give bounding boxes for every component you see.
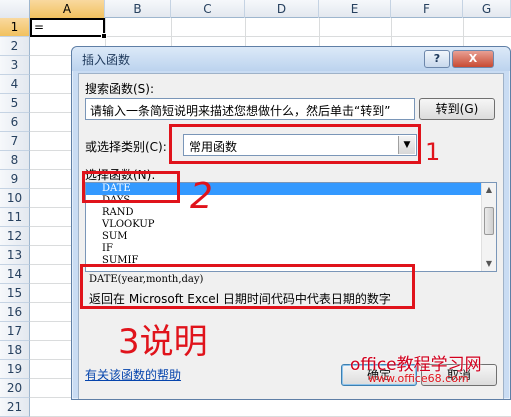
annotation-mark-3: 3说明 — [118, 322, 208, 362]
close-button[interactable]: X — [452, 50, 494, 68]
dialog-title: 插入函数 — [82, 53, 131, 67]
column-header-g[interactable]: G — [463, 0, 511, 18]
row-header-2[interactable]: 2 — [0, 37, 30, 56]
row-header-3[interactable]: 3 — [0, 56, 30, 75]
annotation-box-category — [169, 124, 421, 164]
search-function-input[interactable]: 请输入一条简短说明来描述您想做什么，然后单击“转到” — [85, 98, 415, 120]
row-header-18[interactable]: 18 — [0, 341, 30, 360]
column-header-f[interactable]: F — [391, 0, 463, 18]
function-list-scrollbar[interactable]: ▲ ▼ — [481, 183, 496, 271]
column-header-a[interactable]: A — [30, 0, 105, 18]
search-function-label: 搜索函数(S): — [85, 82, 155, 96]
annotation-box-description — [80, 264, 415, 309]
row-header-4[interactable]: 4 — [0, 75, 30, 94]
row-header-15[interactable]: 15 — [0, 284, 30, 303]
annotation-mark-2: 2 — [190, 176, 213, 217]
row-header-17[interactable]: 17 — [0, 322, 30, 341]
row-header-12[interactable]: 12 — [0, 227, 30, 246]
row-header-10[interactable]: 10 — [0, 189, 30, 208]
column-header-c[interactable]: C — [171, 0, 245, 18]
select-all-corner[interactable] — [0, 0, 30, 18]
annotation-mark-1: 1 — [425, 138, 441, 166]
column-header-d[interactable]: D — [245, 0, 319, 18]
watermark-url: www.office68.com — [368, 372, 469, 385]
column-header-e[interactable]: E — [319, 0, 391, 18]
row-header-8[interactable]: 8 — [0, 151, 30, 170]
row-header-9[interactable]: 9 — [0, 170, 30, 189]
function-item-vlookup[interactable]: VLOOKUP — [86, 219, 496, 231]
row-header-14[interactable]: 14 — [0, 265, 30, 284]
function-help-link[interactable]: 有关该函数的帮助 — [85, 366, 181, 383]
cell-formula-text: = — [34, 20, 45, 34]
scroll-up-icon[interactable]: ▲ — [482, 183, 496, 197]
help-button[interactable]: ? — [424, 50, 450, 68]
row-header-20[interactable]: 20 — [0, 379, 30, 398]
row-header-11[interactable]: 11 — [0, 208, 30, 227]
dialog-titlebar[interactable]: 插入函数 ? X — [72, 47, 510, 71]
function-item-if[interactable]: IF — [86, 243, 496, 255]
row-header-16[interactable]: 16 — [0, 303, 30, 322]
column-header-row: A B C D E F G — [0, 0, 511, 18]
function-item-rand[interactable]: RAND — [86, 207, 496, 219]
row-header-6[interactable]: 6 — [0, 113, 30, 132]
scroll-down-icon[interactable]: ▼ — [482, 257, 496, 271]
row-header-19[interactable]: 19 — [0, 360, 30, 379]
row-header-1[interactable]: 1 — [0, 18, 30, 37]
fill-handle[interactable] — [101, 33, 107, 39]
goto-button[interactable]: 转到(G) — [419, 98, 495, 120]
column-header-b[interactable]: B — [105, 0, 171, 18]
annotation-box-function — [82, 171, 180, 203]
row-header-13[interactable]: 13 — [0, 246, 30, 265]
category-label: 或选择类别(C): — [85, 140, 167, 154]
row-header-21[interactable]: 21 — [0, 398, 30, 417]
function-item-sum[interactable]: SUM — [86, 231, 496, 243]
scroll-thumb[interactable] — [484, 207, 494, 235]
row-header-7[interactable]: 7 — [0, 132, 30, 151]
row-header-5[interactable]: 5 — [0, 94, 30, 113]
active-cell-a1[interactable]: = — [30, 18, 107, 39]
